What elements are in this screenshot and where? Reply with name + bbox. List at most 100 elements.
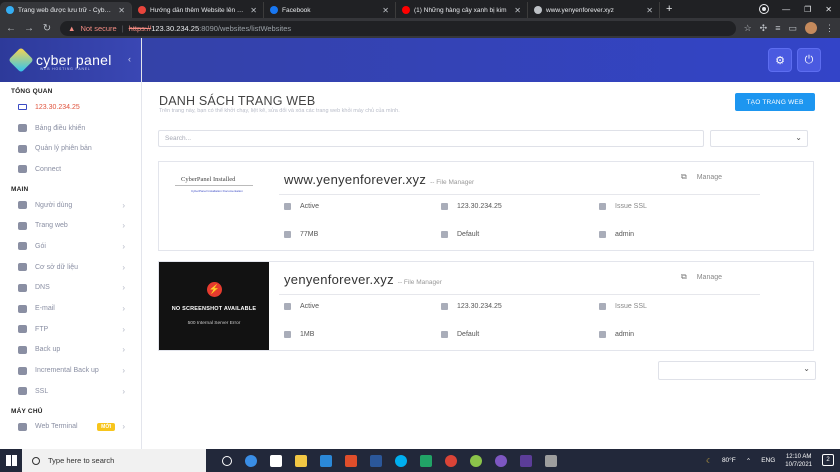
- sidebar-item[interactable]: Quản lý phiên bản: [0, 138, 141, 159]
- manage-link[interactable]: ⧉ Manage: [681, 272, 722, 282]
- paper-plane-icon: [18, 304, 27, 313]
- screenshot-divider: [175, 185, 253, 186]
- sidebar-item[interactable]: 123.30.234.25: [0, 97, 141, 118]
- app-icon[interactable]: [495, 454, 507, 467]
- filter-select[interactable]: ⌄: [710, 130, 808, 147]
- office-icon[interactable]: [345, 454, 357, 467]
- sidebar-item[interactable]: DNS ›: [0, 278, 141, 299]
- website-domain: yenyenforever.xyz -- File Manager: [284, 272, 442, 287]
- collapse-sidebar-icon[interactable]: ‹: [128, 54, 131, 64]
- create-website-button[interactable]: TẠO TRANG WEB: [735, 93, 815, 111]
- sidebar-item[interactable]: Người dùng ›: [0, 195, 141, 216]
- search-input[interactable]: [158, 130, 704, 147]
- browser-tab[interactable]: Hướng dẫn thêm Website lên Cyb ✕: [132, 2, 264, 18]
- mail-icon[interactable]: [320, 454, 332, 467]
- edge-icon[interactable]: [245, 454, 257, 467]
- windows-start-button[interactable]: [0, 455, 22, 466]
- extensions-icon[interactable]: ✣: [760, 23, 768, 34]
- chrome-icon[interactable]: [445, 454, 457, 467]
- file-manager-link[interactable]: -- File Manager: [430, 179, 474, 186]
- profile-dot-icon[interactable]: [760, 5, 769, 13]
- taskbar-search-box[interactable]: Type here to search: [22, 449, 206, 472]
- pagination-select[interactable]: ⌄: [658, 361, 816, 380]
- close-tab-icon[interactable]: ✕: [118, 6, 125, 15]
- window-controls: — ❐ ✕: [760, 0, 840, 18]
- app-icon[interactable]: [545, 454, 557, 467]
- new-tab-icon[interactable]: +: [660, 2, 678, 18]
- store-icon[interactable]: [270, 454, 282, 467]
- browser-tab[interactable]: Facebook ✕: [264, 2, 396, 18]
- settings-gear-icon[interactable]: ⚙: [768, 48, 792, 72]
- website-owner: admin: [599, 331, 634, 338]
- sidebar-item[interactable]: Connect: [0, 159, 141, 180]
- website-domain-link[interactable]: www.yenyenforever.xyz: [284, 172, 426, 187]
- bookmark-star-icon[interactable]: ☆: [744, 23, 752, 34]
- sidebar-item[interactable]: Back up ›: [0, 340, 141, 361]
- file-explorer-icon[interactable]: [295, 454, 307, 467]
- clock[interactable]: 12:10 AM 10/7/2021: [785, 453, 812, 469]
- map-marker-icon: [441, 303, 448, 310]
- restore-icon[interactable]: ❐: [804, 5, 811, 14]
- sidebar-item-label: FTP: [35, 325, 49, 333]
- website-domain-link[interactable]: yenyenforever.xyz: [284, 272, 394, 287]
- browser-tab[interactable]: (1) Những hàng cây xanh bị kim ✕: [396, 2, 528, 18]
- sidebar-item[interactable]: Cơ sở dữ liệu ›: [0, 257, 141, 278]
- file-manager-link[interactable]: -- File Manager: [398, 279, 442, 286]
- profile-avatar[interactable]: [805, 22, 817, 34]
- word-icon[interactable]: [370, 454, 382, 467]
- lock-icon: [599, 203, 606, 210]
- weather-moon-icon: ☾: [706, 457, 712, 465]
- language[interactable]: ENG: [761, 457, 775, 464]
- website-state-value: Active: [300, 203, 320, 210]
- app-icon[interactable]: [520, 454, 532, 467]
- reload-icon[interactable]: ↻: [42, 23, 52, 34]
- close-window-icon[interactable]: ✕: [825, 5, 832, 14]
- tray-chevron-icon[interactable]: ⌃: [746, 457, 751, 465]
- app-icon[interactable]: [470, 454, 482, 467]
- browser-tab[interactable]: Trang web được lưu trữ - CyberP ✕: [0, 2, 132, 18]
- back-icon[interactable]: ←: [6, 23, 16, 34]
- forward-icon[interactable]: →: [24, 23, 34, 34]
- close-tab-icon[interactable]: ✕: [514, 6, 521, 15]
- minimize-icon[interactable]: —: [782, 5, 790, 14]
- brand-name: cyber panel: [36, 52, 112, 68]
- chevron-down-icon: ⌄: [803, 364, 810, 373]
- sidebar-item[interactable]: Trang web ›: [0, 215, 141, 236]
- media-control-icon[interactable]: ≡: [775, 23, 780, 33]
- sidebar-item[interactable]: E-mail ›: [0, 298, 141, 319]
- cortana-icon[interactable]: [222, 455, 232, 466]
- sidebar-item[interactable]: FTP ›: [0, 319, 141, 340]
- sidebar-item[interactable]: SSL ›: [0, 381, 141, 402]
- screenshot-title: NO SCREENSHOT AVAILABLE: [171, 306, 257, 312]
- excel-icon[interactable]: [420, 454, 432, 467]
- tab-search-icon[interactable]: ▭: [788, 23, 797, 34]
- sidebar-item[interactable]: Incremental Back up ›: [0, 360, 141, 381]
- sidebar-item-label: Người dùng: [35, 201, 73, 209]
- page-title: DANH SÁCH TRANG WEB: [159, 94, 316, 108]
- website-owner: admin: [599, 231, 634, 238]
- users-icon: [18, 201, 27, 210]
- close-tab-icon[interactable]: ✕: [382, 6, 389, 15]
- notification-icon[interactable]: 2: [822, 454, 834, 466]
- close-tab-icon[interactable]: ✕: [646, 6, 653, 15]
- sidebar-item-label: Connect: [35, 165, 62, 173]
- website-ssl[interactable]: Issue SSL: [599, 303, 647, 310]
- new-badge: MỚI: [97, 422, 115, 431]
- chrome-menu-icon[interactable]: ⋮: [825, 23, 834, 34]
- cloud-upload-icon: [18, 325, 27, 334]
- manage-link[interactable]: ⧉ Manage: [681, 172, 722, 182]
- sidebar-item[interactable]: Web Terminal MỚI ›: [0, 417, 141, 438]
- sidebar-item-label: Web Terminal: [35, 423, 78, 431]
- skype-icon[interactable]: [395, 454, 407, 467]
- sidebar-item-label: Back up: [35, 346, 61, 354]
- close-tab-icon[interactable]: ✕: [250, 6, 257, 15]
- website-ssl[interactable]: Issue SSL: [599, 203, 647, 210]
- power-icon[interactable]: ⏻: [797, 48, 821, 72]
- browser-tab[interactable]: www.yenyenforever.xyz ✕: [528, 2, 660, 18]
- url-field[interactable]: ▲ Not secure | https://123.30.234.25:809…: [60, 20, 736, 36]
- external-link-icon: ⧉: [681, 272, 687, 281]
- sidebar-item[interactable]: Bảng điều khiển: [0, 118, 141, 139]
- website-owner-value: admin: [615, 331, 635, 338]
- lock-icon: [599, 303, 606, 310]
- sidebar-item[interactable]: Gói ›: [0, 236, 141, 257]
